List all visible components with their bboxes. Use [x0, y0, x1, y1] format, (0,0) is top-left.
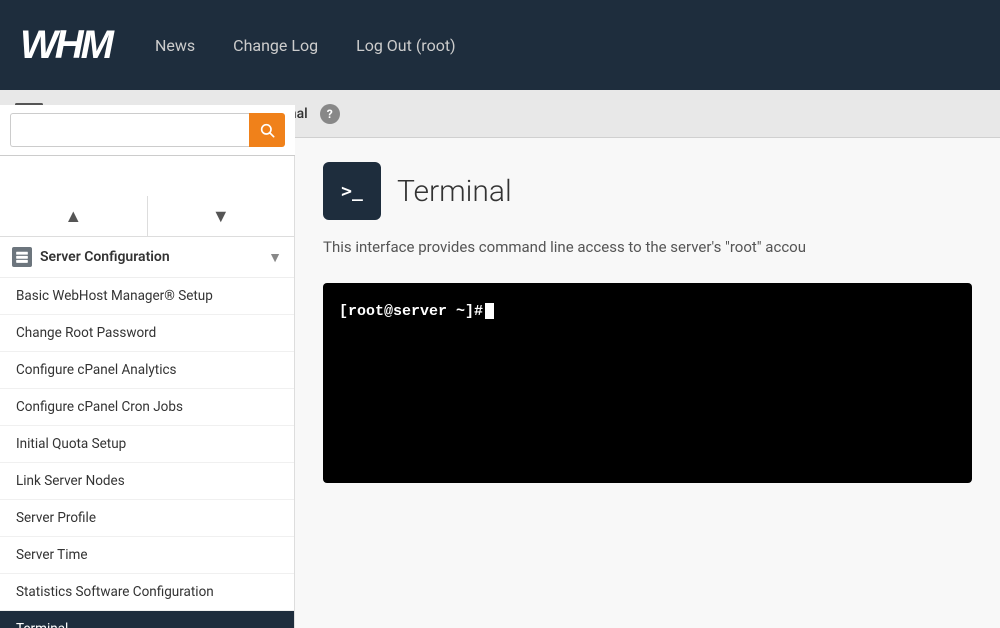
sidebar-down-button[interactable]: ▼: [148, 196, 295, 236]
terminal-prompt-line: [root@server ~]#: [339, 303, 956, 320]
terminal-window[interactable]: [root@server ~]#: [323, 283, 972, 483]
terminal-cursor: [485, 303, 494, 319]
page-header: >_ Terminal: [323, 162, 972, 220]
sidebar-item-change-root-password[interactable]: Change Root Password: [0, 315, 294, 352]
search-button[interactable]: [249, 138, 285, 147]
sidebar-item-terminal[interactable]: Terminal: [0, 611, 294, 628]
sidebar-item-server-time[interactable]: Server Time: [0, 537, 294, 574]
sidebar-nav-arrows: ▲ ▼: [0, 196, 294, 237]
sidebar-menu: Basic WebHost Manager® Setup Change Root…: [0, 278, 294, 628]
sidebar-section-title-area: Server Configuration: [12, 247, 170, 267]
content-area: >_ Terminal This interface provides comm…: [295, 138, 1000, 628]
terminal-icon: >_: [323, 162, 381, 220]
header: WHM News Change Log Log Out (root): [0, 0, 1000, 90]
search-input[interactable]: [10, 138, 249, 147]
terminal-prompt-text: [root@server ~]#: [339, 303, 483, 320]
sidebar: ▲ ▼ Server Configuration ▼ Basic WebHost…: [0, 138, 295, 628]
terminal-prompt-icon: >_: [341, 181, 363, 202]
server-config-icon: [12, 247, 32, 267]
nav-logout[interactable]: Log Out (root): [342, 28, 470, 63]
sidebar-item-cpanel-analytics[interactable]: Configure cPanel Analytics: [0, 352, 294, 389]
nav-changelog[interactable]: Change Log: [219, 28, 332, 63]
nav-news[interactable]: News: [141, 28, 209, 63]
page-title: Terminal: [397, 174, 512, 209]
sidebar-section-label: Server Configuration: [40, 249, 170, 265]
sidebar-item-statistics-software[interactable]: Statistics Software Configuration: [0, 574, 294, 611]
sidebar-section-header[interactable]: Server Configuration ▼: [0, 237, 294, 278]
sidebar-item-basic-webhost[interactable]: Basic WebHost Manager® Setup: [0, 278, 294, 315]
sidebar-item-link-server-nodes[interactable]: Link Server Nodes: [0, 463, 294, 500]
sidebar-item-cpanel-cron[interactable]: Configure cPanel Cron Jobs: [0, 389, 294, 426]
help-icon[interactable]: ?: [320, 104, 340, 124]
search-bar: [0, 138, 295, 156]
page-description: This interface provides command line acc…: [323, 236, 972, 259]
chevron-down-icon: ▼: [268, 249, 282, 266]
logo: WHM: [20, 25, 111, 65]
sidebar-item-quota-setup[interactable]: Initial Quota Setup: [0, 426, 294, 463]
sidebar-up-button[interactable]: ▲: [0, 196, 148, 236]
sidebar-item-server-profile[interactable]: Server Profile: [0, 500, 294, 537]
main-layout: ▲ ▼ Server Configuration ▼ Basic WebHost…: [0, 138, 1000, 628]
header-nav: News Change Log Log Out (root): [141, 28, 470, 63]
